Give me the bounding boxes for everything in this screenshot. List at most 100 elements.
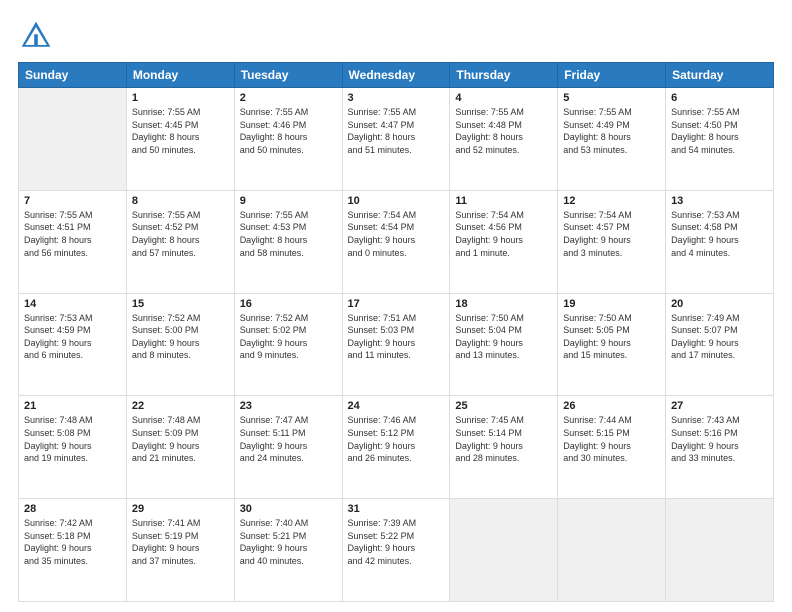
day-number: 22 xyxy=(132,400,229,412)
calendar-cell: 10 Sunrise: 7:54 AM Sunset: 4:54 PM Dayli… xyxy=(342,190,450,293)
day-info: Sunrise: 7:55 AM Sunset: 4:52 PM Dayligh… xyxy=(132,209,229,259)
day-number: 6 xyxy=(671,92,768,104)
calendar-cell: 26 Sunrise: 7:44 AM Sunset: 5:15 PM Dayli… xyxy=(558,396,666,499)
day-number: 18 xyxy=(455,298,552,310)
day-number: 30 xyxy=(240,503,337,515)
day-info: Sunrise: 7:54 AM Sunset: 4:54 PM Dayligh… xyxy=(348,209,445,259)
calendar-cell: 25Sunrise: 7:45 AM Sunset: 5:14 PM Dayli… xyxy=(450,396,558,499)
day-info: Sunrise: 7:41 AM Sunset: 5:19 PM Dayligh… xyxy=(132,517,229,567)
day-number: 28 xyxy=(24,503,121,515)
calendar-table: SundayMondayTuesdayWednesdayThursdayFrid… xyxy=(18,62,774,602)
day-number: 20 xyxy=(671,298,768,310)
day-number: 2 xyxy=(240,92,337,104)
day-info: Sunrise: 7:49 AM Sunset: 5:07 PM Dayligh… xyxy=(671,312,768,362)
calendar-cell: 5 Sunrise: 7:55 AM Sunset: 4:49 PM Daylig… xyxy=(558,88,666,191)
day-number: 23 xyxy=(240,400,337,412)
day-info: Sunrise: 7:48 AM Sunset: 5:09 PM Dayligh… xyxy=(132,414,229,464)
day-info: Sunrise: 7:48 AM Sunset: 5:08 PM Dayligh… xyxy=(24,414,121,464)
header xyxy=(18,18,774,54)
calendar-week-row: 1Sunrise: 7:55 AM Sunset: 4:45 PM Daylig… xyxy=(19,88,774,191)
day-number: 3 xyxy=(348,92,445,104)
calendar-cell: 19 Sunrise: 7:50 AM Sunset: 5:05 PM Dayli… xyxy=(558,293,666,396)
day-number: 10 xyxy=(348,195,445,207)
day-info: Sunrise: 7:54 AM Sunset: 4:57 PM Dayligh… xyxy=(563,209,660,259)
calendar-week-row: 28Sunrise: 7:42 AM Sunset: 5:18 PM Dayli… xyxy=(19,499,774,602)
day-number: 12 xyxy=(563,195,660,207)
calendar-day-header: Tuesday xyxy=(234,63,342,88)
calendar-cell: 11Sunrise: 7:54 AM Sunset: 4:56 PM Dayli… xyxy=(450,190,558,293)
day-number: 7 xyxy=(24,195,121,207)
page: SundayMondayTuesdayWednesdayThursdayFrid… xyxy=(0,0,792,612)
day-number: 8 xyxy=(132,195,229,207)
day-info: Sunrise: 7:55 AM Sunset: 4:49 PM Dayligh… xyxy=(563,106,660,156)
day-number: 19 xyxy=(563,298,660,310)
calendar-cell: 2 Sunrise: 7:55 AM Sunset: 4:46 PM Daylig… xyxy=(234,88,342,191)
calendar-cell: 4 Sunrise: 7:55 AM Sunset: 4:48 PM Daylig… xyxy=(450,88,558,191)
day-info: Sunrise: 7:55 AM Sunset: 4:46 PM Dayligh… xyxy=(240,106,337,156)
day-info: Sunrise: 7:50 AM Sunset: 5:05 PM Dayligh… xyxy=(563,312,660,362)
day-info: Sunrise: 7:46 AM Sunset: 5:12 PM Dayligh… xyxy=(348,414,445,464)
calendar-week-row: 7Sunrise: 7:55 AM Sunset: 4:51 PM Daylig… xyxy=(19,190,774,293)
day-number: 16 xyxy=(240,298,337,310)
calendar-cell: 30 Sunrise: 7:40 AM Sunset: 5:21 PM Dayli… xyxy=(234,499,342,602)
day-info: Sunrise: 7:40 AM Sunset: 5:21 PM Dayligh… xyxy=(240,517,337,567)
day-info: Sunrise: 7:52 AM Sunset: 5:00 PM Dayligh… xyxy=(132,312,229,362)
day-info: Sunrise: 7:47 AM Sunset: 5:11 PM Dayligh… xyxy=(240,414,337,464)
logo xyxy=(18,18,58,54)
day-number: 11 xyxy=(455,195,552,207)
calendar-cell xyxy=(558,499,666,602)
day-number: 26 xyxy=(563,400,660,412)
calendar-cell: 23 Sunrise: 7:47 AM Sunset: 5:11 PM Dayli… xyxy=(234,396,342,499)
day-number: 4 xyxy=(455,92,552,104)
day-number: 13 xyxy=(671,195,768,207)
calendar-cell xyxy=(450,499,558,602)
day-info: Sunrise: 7:55 AM Sunset: 4:53 PM Dayligh… xyxy=(240,209,337,259)
day-number: 29 xyxy=(132,503,229,515)
calendar-cell: 12 Sunrise: 7:54 AM Sunset: 4:57 PM Dayli… xyxy=(558,190,666,293)
logo-icon xyxy=(18,18,54,54)
calendar-cell: 28Sunrise: 7:42 AM Sunset: 5:18 PM Dayli… xyxy=(19,499,127,602)
calendar-header-row: SundayMondayTuesdayWednesdayThursdayFrid… xyxy=(19,63,774,88)
calendar-cell: 18 Sunrise: 7:50 AM Sunset: 5:04 PM Dayli… xyxy=(450,293,558,396)
day-info: Sunrise: 7:55 AM Sunset: 4:50 PM Dayligh… xyxy=(671,106,768,156)
calendar-cell: 27 Sunrise: 7:43 AM Sunset: 5:16 PM Dayli… xyxy=(666,396,774,499)
calendar-cell: 13Sunrise: 7:53 AM Sunset: 4:58 PM Dayli… xyxy=(666,190,774,293)
day-info: Sunrise: 7:55 AM Sunset: 4:48 PM Dayligh… xyxy=(455,106,552,156)
day-info: Sunrise: 7:50 AM Sunset: 5:04 PM Dayligh… xyxy=(455,312,552,362)
calendar-cell: 22 Sunrise: 7:48 AM Sunset: 5:09 PM Dayli… xyxy=(126,396,234,499)
calendar-day-header: Wednesday xyxy=(342,63,450,88)
day-number: 27 xyxy=(671,400,768,412)
day-info: Sunrise: 7:55 AM Sunset: 4:45 PM Dayligh… xyxy=(132,106,229,156)
day-info: Sunrise: 7:53 AM Sunset: 4:59 PM Dayligh… xyxy=(24,312,121,362)
calendar-day-header: Monday xyxy=(126,63,234,88)
calendar-cell: 24 Sunrise: 7:46 AM Sunset: 5:12 PM Dayli… xyxy=(342,396,450,499)
day-number: 24 xyxy=(348,400,445,412)
calendar-cell: 3 Sunrise: 7:55 AM Sunset: 4:47 PM Daylig… xyxy=(342,88,450,191)
calendar-cell: 6 Sunrise: 7:55 AM Sunset: 4:50 PM Daylig… xyxy=(666,88,774,191)
calendar-cell: 29 Sunrise: 7:41 AM Sunset: 5:19 PM Dayli… xyxy=(126,499,234,602)
calendar-cell xyxy=(19,88,127,191)
day-number: 5 xyxy=(563,92,660,104)
day-number: 31 xyxy=(348,503,445,515)
calendar-week-row: 14 Sunrise: 7:53 AM Sunset: 4:59 PM Dayli… xyxy=(19,293,774,396)
calendar-day-header: Sunday xyxy=(19,63,127,88)
calendar-cell: 15 Sunrise: 7:52 AM Sunset: 5:00 PM Dayli… xyxy=(126,293,234,396)
day-info: Sunrise: 7:43 AM Sunset: 5:16 PM Dayligh… xyxy=(671,414,768,464)
day-number: 9 xyxy=(240,195,337,207)
calendar-day-header: Saturday xyxy=(666,63,774,88)
day-number: 14 xyxy=(24,298,121,310)
calendar-cell: 16Sunrise: 7:52 AM Sunset: 5:02 PM Dayli… xyxy=(234,293,342,396)
calendar-day-header: Friday xyxy=(558,63,666,88)
calendar-cell: 7Sunrise: 7:55 AM Sunset: 4:51 PM Daylig… xyxy=(19,190,127,293)
day-info: Sunrise: 7:55 AM Sunset: 4:47 PM Dayligh… xyxy=(348,106,445,156)
day-number: 17 xyxy=(348,298,445,310)
calendar-cell: 20 Sunrise: 7:49 AM Sunset: 5:07 PM Dayli… xyxy=(666,293,774,396)
calendar-cell: 14 Sunrise: 7:53 AM Sunset: 4:59 PM Dayli… xyxy=(19,293,127,396)
day-number: 15 xyxy=(132,298,229,310)
day-info: Sunrise: 7:51 AM Sunset: 5:03 PM Dayligh… xyxy=(348,312,445,362)
calendar-day-header: Thursday xyxy=(450,63,558,88)
day-info: Sunrise: 7:44 AM Sunset: 5:15 PM Dayligh… xyxy=(563,414,660,464)
day-number: 21 xyxy=(24,400,121,412)
calendar-week-row: 21 Sunrise: 7:48 AM Sunset: 5:08 PM Dayli… xyxy=(19,396,774,499)
calendar-cell: 17 Sunrise: 7:51 AM Sunset: 5:03 PM Dayli… xyxy=(342,293,450,396)
